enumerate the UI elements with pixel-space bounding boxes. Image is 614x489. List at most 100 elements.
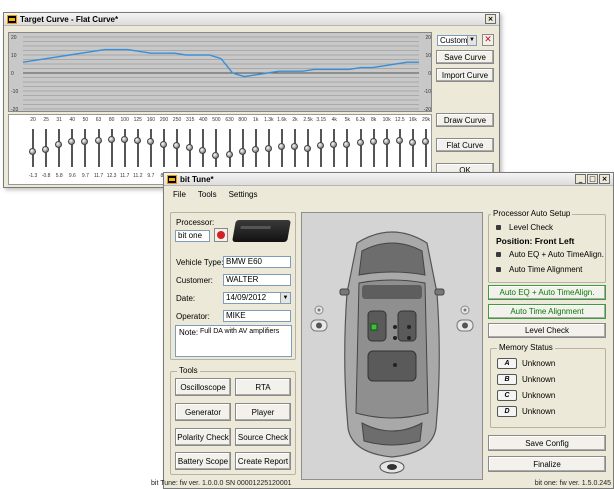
eq-slider-track[interactable] [71,129,74,167]
polarity-check-button[interactable]: Polarity Check [175,428,231,446]
eq-slider-knob[interactable] [369,137,377,145]
eq-slider-knob[interactable] [173,142,181,150]
eq-slider-knob[interactable] [120,135,128,143]
eq-slider-track[interactable] [110,129,113,167]
close-icon[interactable]: × [485,14,496,24]
eq-slider-knob[interactable] [146,138,154,146]
save-curve-button[interactable]: Save Curve [436,50,494,64]
memory-c-button[interactable]: C [497,390,517,401]
eq-slider-track[interactable] [149,129,152,167]
eq-slider-track[interactable] [228,129,231,167]
eq-slider-knob[interactable] [133,136,141,144]
front-right-speaker[interactable] [407,325,411,329]
eq-slider-track[interactable] [385,129,388,167]
eq-slider-track[interactable] [333,129,336,167]
eq-slider-knob[interactable] [81,138,89,146]
right-door-speakers[interactable] [456,305,474,332]
graph-tick-label: 10 [425,53,431,59]
rear-left-speaker[interactable] [393,336,397,340]
close-icon[interactable]: × [599,174,610,184]
create-report-button[interactable]: Create Report [235,452,291,470]
eq-slider-knob[interactable] [238,147,246,155]
maximize-icon[interactable]: □ [587,174,598,184]
note-area[interactable]: Note: Full DA with AV amplifiers [175,325,292,357]
eq-slider-track[interactable] [123,129,126,167]
menu-file[interactable]: File [173,190,186,199]
save-config-button[interactable]: Save Config [488,435,606,451]
finalize-button[interactable]: Finalize [488,456,606,472]
eq-slider-knob[interactable] [408,138,416,146]
eq-slider-knob[interactable] [55,141,63,149]
eq-slider-knob[interactable] [251,146,259,154]
eq-slider-track[interactable] [359,129,362,167]
eq-slider-knob[interactable] [277,142,285,150]
front-left-speaker-active[interactable] [370,323,378,331]
import-curve-button[interactable]: Import Curve [436,68,494,82]
eq-slider-track[interactable] [411,129,414,167]
connect-processor-button[interactable] [214,228,228,242]
date-field[interactable]: 14/09/2012 ▼ [223,292,291,304]
eq-slider-track[interactable] [163,129,165,167]
eq-slider-track[interactable] [398,129,401,167]
eq-slider-knob[interactable] [291,142,298,150]
chevron-down-icon[interactable]: ▼ [467,36,476,45]
eq-slider-track[interactable] [346,129,349,167]
auto-eq-button[interactable]: Auto EQ + Auto TimeAlign. [488,285,606,300]
menu-tools[interactable]: Tools [198,190,217,199]
eq-slider-knob[interactable] [186,143,194,151]
menu-settings[interactable]: Settings [229,190,258,199]
chevron-down-icon[interactable]: ▼ [280,293,290,303]
eq-slider-knob[interactable] [212,152,220,160]
processor-field[interactable]: bit one [175,230,210,242]
eq-slider-knob[interactable] [68,138,76,146]
minimize-icon[interactable]: _ [575,174,586,184]
eq-slider-knob[interactable] [422,138,429,146]
left-door-speakers[interactable] [310,305,328,332]
vehicle-field[interactable]: BMW E60 [223,256,291,268]
eq-slider-track[interactable] [425,129,427,167]
battery-scope-button[interactable]: Battery Scope [175,452,231,470]
delete-preset-button[interactable]: ✕ [482,34,494,46]
memory-d-button[interactable]: D [497,406,517,417]
subwoofer-speaker[interactable] [379,460,405,474]
rear-right-speaker[interactable] [407,336,411,340]
rear-center-speaker[interactable] [393,363,397,367]
eq-slider-track[interactable] [215,129,218,167]
target-curve-titlebar[interactable]: Target Curve - Flat Curve* × [4,13,499,26]
eq-slider-track[interactable] [372,129,375,167]
eq-slider-track[interactable] [84,129,87,167]
level-check-button[interactable]: Level Check [488,323,606,338]
eq-slider-track[interactable] [97,129,100,167]
eq-slider-knob[interactable] [225,151,233,159]
bit-tune-titlebar[interactable]: bit Tune* _ □ × [164,173,613,186]
center-speaker[interactable] [393,325,397,329]
rta-button[interactable]: RTA [235,378,291,396]
eq-slider-knob[interactable] [330,141,338,149]
eq-slider-knob[interactable] [395,136,403,144]
oscilloscope-button[interactable]: Oscilloscope [175,378,231,396]
eq-slider-knob[interactable] [29,148,36,156]
eq-slider-knob[interactable] [94,136,102,144]
draw-curve-button[interactable]: Draw Curve [436,113,494,127]
player-button[interactable]: Player [235,403,291,421]
eq-slider-knob[interactable] [160,140,167,148]
eq-slider-knob[interactable] [304,144,312,152]
eq-slider-knob[interactable] [382,138,390,146]
flat-curve-button[interactable]: Flat Curve [436,138,494,152]
customer-field[interactable]: WALTER [223,274,291,286]
generator-button[interactable]: Generator [175,403,231,421]
eq-slider-knob[interactable] [264,144,272,152]
preset-select[interactable]: Custom ▼ [437,35,477,46]
eq-slider-track[interactable] [136,129,139,167]
auto-time-button[interactable]: Auto Time Alignment [488,304,606,319]
memory-a-button[interactable]: A [497,358,517,369]
eq-slider-knob[interactable] [42,146,50,154]
memory-b-button[interactable]: B [497,374,517,385]
operator-field[interactable]: MIKE [223,310,291,322]
source-check-button[interactable]: Source Check [235,428,291,446]
eq-slider-knob[interactable] [317,142,325,150]
eq-slider-knob[interactable] [107,135,115,143]
eq-slider-knob[interactable] [343,140,351,148]
eq-slider-knob[interactable] [199,146,207,154]
eq-slider-knob[interactable] [356,138,364,146]
